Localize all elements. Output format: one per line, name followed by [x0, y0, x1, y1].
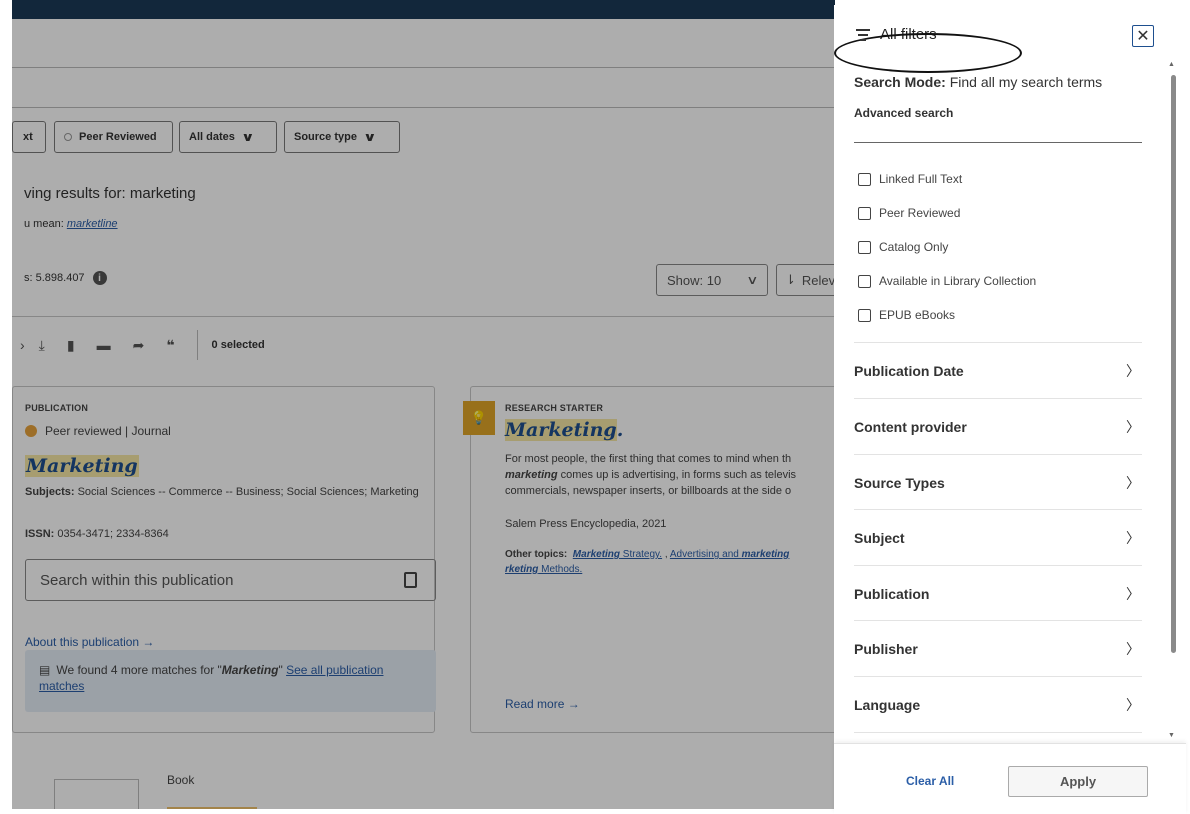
- facet-content-provider[interactable]: Content provider 〉: [854, 398, 1142, 454]
- all-filters-panel: All filters ✕ Search Mode: Find all my s…: [834, 5, 1186, 814]
- panel-body: Search Mode: Find all my search terms Ad…: [834, 63, 1169, 743]
- checkbox-box[interactable]: [858, 240, 871, 254]
- checkbox-box[interactable]: [858, 308, 871, 322]
- facet-label: Content provider: [854, 418, 967, 435]
- search-mode: Search Mode: Find all my search terms: [854, 74, 1102, 90]
- close-glyph: ✕: [1136, 28, 1150, 45]
- chevron-right-icon: 〉: [1126, 418, 1140, 435]
- facet-publication[interactable]: Publication 〉: [854, 565, 1142, 621]
- modal-backdrop[interactable]: [12, 0, 835, 809]
- facet-label: Subject: [854, 529, 905, 546]
- facet-subject[interactable]: Subject 〉: [854, 509, 1142, 565]
- left-edge: [0, 0, 10, 814]
- panel-header: All filters ✕: [834, 5, 1186, 73]
- apply-button[interactable]: Apply: [1008, 766, 1148, 797]
- facet-next[interactable]: [854, 732, 1142, 743]
- checkbox-label: EPUB eBooks: [879, 308, 956, 322]
- checkbox-label: Available in Library Collection: [879, 274, 1037, 288]
- facet-label: Publication: [854, 585, 930, 602]
- chevron-right-icon: 〉: [1126, 640, 1140, 657]
- clear-all-button[interactable]: Clear All: [906, 774, 954, 788]
- facet-publication-date[interactable]: Publication Date 〉: [854, 342, 1142, 398]
- checkbox-label: Peer Reviewed: [879, 206, 961, 220]
- checkbox-catalog-only[interactable]: Catalog Only: [858, 240, 948, 254]
- panel-divider: [854, 142, 1142, 143]
- chevron-right-icon: 〉: [1126, 474, 1140, 491]
- search-mode-value: Find all my search terms: [945, 74, 1103, 90]
- chevron-right-icon: 〉: [1126, 696, 1140, 713]
- search-mode-label: Search Mode:: [854, 74, 946, 90]
- facet-label: Source Types: [854, 474, 945, 491]
- checkbox-linked-full-text[interactable]: Linked Full Text: [858, 172, 962, 186]
- panel-footer: Clear All Apply: [834, 743, 1186, 814]
- all-filters-heading: All filters: [834, 26, 1022, 73]
- scroll-up-arrow[interactable]: ▲: [1168, 61, 1175, 68]
- facet-source-types[interactable]: Source Types 〉: [854, 454, 1142, 510]
- facet-label: Language: [854, 696, 921, 713]
- facet-label: Publisher: [854, 640, 918, 657]
- panel-scrollbar[interactable]: [1171, 75, 1176, 653]
- scroll-down-arrow[interactable]: ▼: [1168, 732, 1175, 739]
- facet-label: Publication Date: [854, 362, 964, 379]
- chevron-right-icon: 〉: [1126, 362, 1140, 379]
- facet-publisher[interactable]: Publisher 〉: [854, 620, 1142, 676]
- chevron-right-icon: 〉: [1126, 585, 1140, 602]
- chevron-right-icon: 〉: [1126, 529, 1140, 546]
- checkbox-label: Catalog Only: [879, 240, 949, 254]
- apply-button-label: Apply: [1059, 774, 1097, 789]
- checkbox-epub-ebooks[interactable]: EPUB eBooks: [858, 308, 955, 322]
- checkbox-box[interactable]: [858, 172, 871, 186]
- facet-language[interactable]: Language 〉: [854, 676, 1142, 732]
- checkbox-label: Linked Full Text: [879, 172, 963, 186]
- checkbox-available-in-library[interactable]: Available in Library Collection: [858, 274, 1036, 288]
- close-icon[interactable]: ✕: [1132, 25, 1154, 47]
- checkbox-peer-reviewed[interactable]: Peer Reviewed: [858, 206, 960, 220]
- checkbox-box[interactable]: [858, 206, 871, 220]
- filter-icon: [856, 28, 870, 41]
- checkbox-box[interactable]: [858, 274, 871, 288]
- advanced-search-link[interactable]: Advanced search: [854, 106, 953, 120]
